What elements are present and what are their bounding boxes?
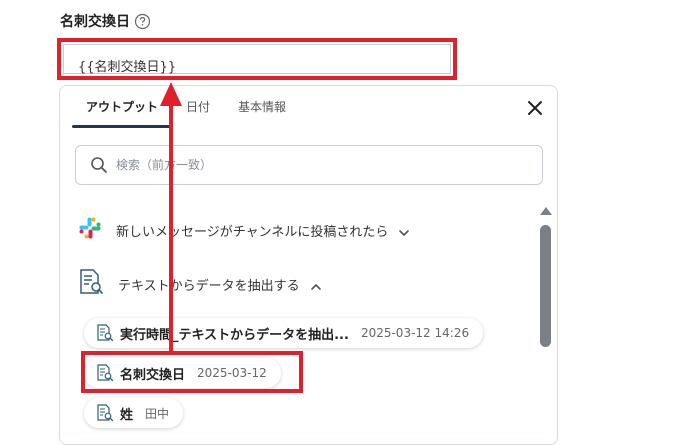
annotation-arrow [160,82,182,351]
